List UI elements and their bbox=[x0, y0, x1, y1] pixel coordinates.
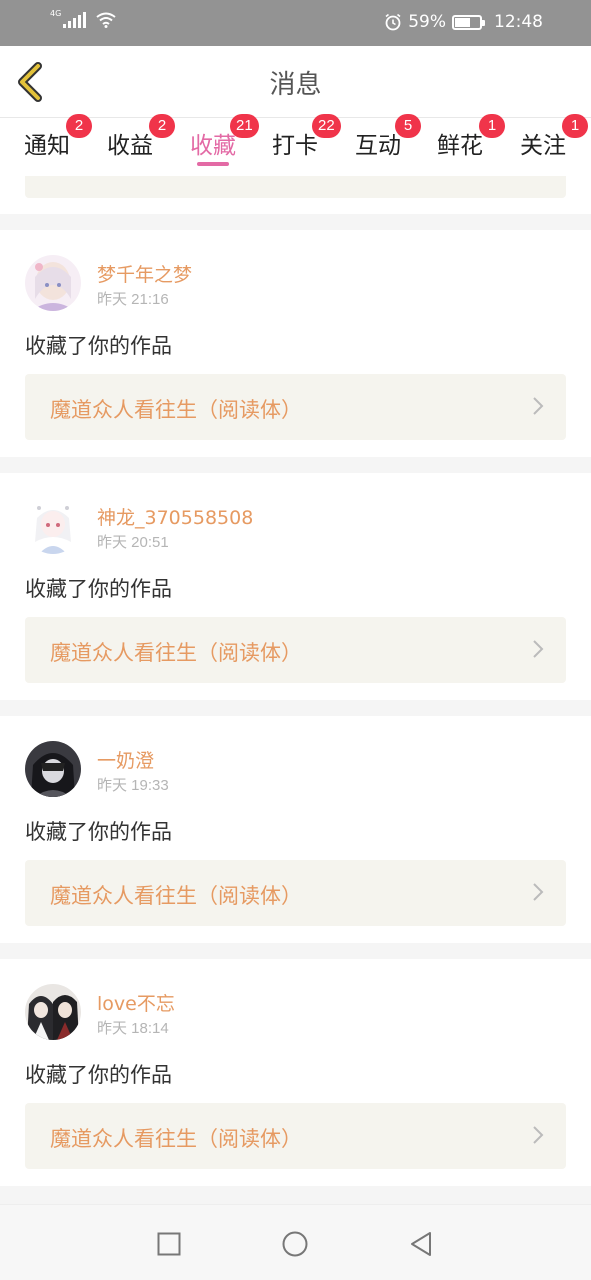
tab-label: 打卡 bbox=[272, 133, 318, 159]
list-item: 梦千年之梦 昨天 21:16 收藏了你的作品 魔道众人看往生（阅读体） bbox=[0, 230, 591, 457]
status-left: 4G bbox=[50, 9, 116, 28]
avatar[interactable] bbox=[25, 255, 81, 311]
work-card[interactable]: 魔道众人看往生（阅读体） bbox=[25, 1103, 566, 1169]
battery-icon bbox=[452, 14, 485, 30]
tab-following[interactable]: 关注 1 bbox=[520, 114, 588, 160]
avatar[interactable] bbox=[25, 498, 81, 554]
timestamp: 昨天 21:16 bbox=[97, 291, 169, 308]
tab-label: 互动 bbox=[355, 133, 401, 159]
avatar[interactable] bbox=[25, 741, 81, 797]
tab-favorites[interactable]: 收藏 21 bbox=[190, 114, 259, 160]
chevron-right-icon bbox=[533, 397, 544, 415]
divider bbox=[0, 457, 591, 473]
work-card[interactable]: 魔道众人看往生（阅读体） bbox=[25, 617, 566, 683]
user-avatar-image bbox=[25, 984, 81, 1040]
active-tab-indicator bbox=[197, 162, 229, 166]
action-text: 收藏了你的作品 bbox=[25, 577, 172, 601]
chevron-right-icon bbox=[533, 1126, 544, 1144]
tab-badge: 1 bbox=[479, 114, 505, 138]
username[interactable]: 一奶澄 bbox=[97, 746, 154, 773]
recent-apps-button[interactable] bbox=[156, 1231, 182, 1257]
tab-badge: 21 bbox=[230, 114, 259, 138]
square-icon bbox=[157, 1232, 181, 1256]
tab-label: 关注 bbox=[520, 133, 566, 159]
timestamp: 昨天 19:33 bbox=[97, 777, 169, 794]
user-avatar-image bbox=[25, 741, 81, 797]
wifi-icon bbox=[96, 12, 116, 28]
chevron-right-icon bbox=[533, 640, 544, 658]
tab-label: 收益 bbox=[107, 133, 153, 159]
work-title: 魔道众人看往生（阅读体） bbox=[50, 884, 302, 908]
timestamp: 昨天 18:14 bbox=[97, 1020, 169, 1037]
tab-checkin[interactable]: 打卡 22 bbox=[272, 114, 341, 160]
tab-badge: 5 bbox=[395, 114, 421, 138]
signal-icon bbox=[63, 12, 87, 28]
tab-flowers[interactable]: 鲜花 1 bbox=[437, 114, 505, 160]
home-button[interactable] bbox=[282, 1231, 308, 1257]
action-text: 收藏了你的作品 bbox=[25, 334, 172, 358]
circle-icon bbox=[282, 1231, 308, 1257]
list-item: 一奶澄 昨天 19:33 收藏了你的作品 魔道众人看往生（阅读体） bbox=[0, 716, 591, 943]
tab-label: 通知 bbox=[24, 133, 70, 159]
tab-badge: 2 bbox=[66, 114, 92, 138]
action-text: 收藏了你的作品 bbox=[25, 820, 172, 844]
back-nav-button[interactable] bbox=[408, 1231, 434, 1257]
tab-interaction[interactable]: 互动 5 bbox=[355, 114, 421, 160]
list-item: 神龙_370558508 昨天 20:51 收藏了你的作品 魔道众人看往生（阅读… bbox=[0, 473, 591, 700]
tab-notice[interactable]: 通知 2 bbox=[24, 114, 92, 160]
tab-badge: 1 bbox=[562, 114, 588, 138]
tab-label: 鲜花 bbox=[437, 133, 483, 159]
username[interactable]: love不忘 bbox=[97, 989, 175, 1016]
tab-label: 收藏 bbox=[190, 133, 236, 159]
divider bbox=[0, 214, 591, 230]
username[interactable]: 神龙_370558508 bbox=[97, 503, 253, 530]
divider bbox=[0, 1186, 591, 1204]
work-title: 魔道众人看往生（阅读体） bbox=[50, 1127, 302, 1151]
tab-earnings[interactable]: 收益 2 bbox=[107, 114, 175, 160]
network-type: 4G bbox=[50, 9, 62, 18]
list-item: love不忘 昨天 18:14 收藏了你的作品 魔道众人看往生（阅读体） bbox=[0, 959, 591, 1186]
action-text: 收藏了你的作品 bbox=[25, 1063, 172, 1087]
page-title: 消息 bbox=[269, 70, 322, 100]
divider bbox=[0, 943, 591, 959]
work-card[interactable]: 魔道众人看往生（阅读体） bbox=[25, 374, 566, 440]
timestamp: 昨天 20:51 bbox=[97, 534, 169, 551]
work-card-partial[interactable] bbox=[25, 176, 566, 198]
chevron-right-icon bbox=[533, 883, 544, 901]
system-nav-bar bbox=[0, 1204, 591, 1280]
app-header: 消息 bbox=[0, 46, 591, 118]
battery-percent: 59% bbox=[408, 12, 446, 32]
tab-badge: 2 bbox=[149, 114, 175, 138]
work-title: 魔道众人看往生（阅读体） bbox=[50, 641, 302, 665]
work-card[interactable]: 魔道众人看往生（阅读体） bbox=[25, 860, 566, 926]
triangle-back-icon bbox=[411, 1232, 431, 1256]
username[interactable]: 梦千年之梦 bbox=[97, 260, 192, 287]
status-right: 59% 12:48 bbox=[384, 12, 543, 32]
user-avatar-image bbox=[25, 498, 81, 554]
clock: 12:48 bbox=[494, 12, 543, 32]
alarm-icon bbox=[385, 13, 401, 31]
divider bbox=[0, 700, 591, 716]
work-title: 魔道众人看往生（阅读体） bbox=[50, 398, 302, 422]
user-avatar-image bbox=[25, 255, 81, 311]
tab-bar: 通知 2 收益 2 收藏 21 打卡 22 互动 5 鲜花 1 关注 1 bbox=[0, 114, 591, 176]
tab-badge: 22 bbox=[312, 114, 341, 138]
status-bar: 4G 59% 12:48 bbox=[0, 0, 591, 46]
avatar[interactable] bbox=[25, 984, 81, 1040]
